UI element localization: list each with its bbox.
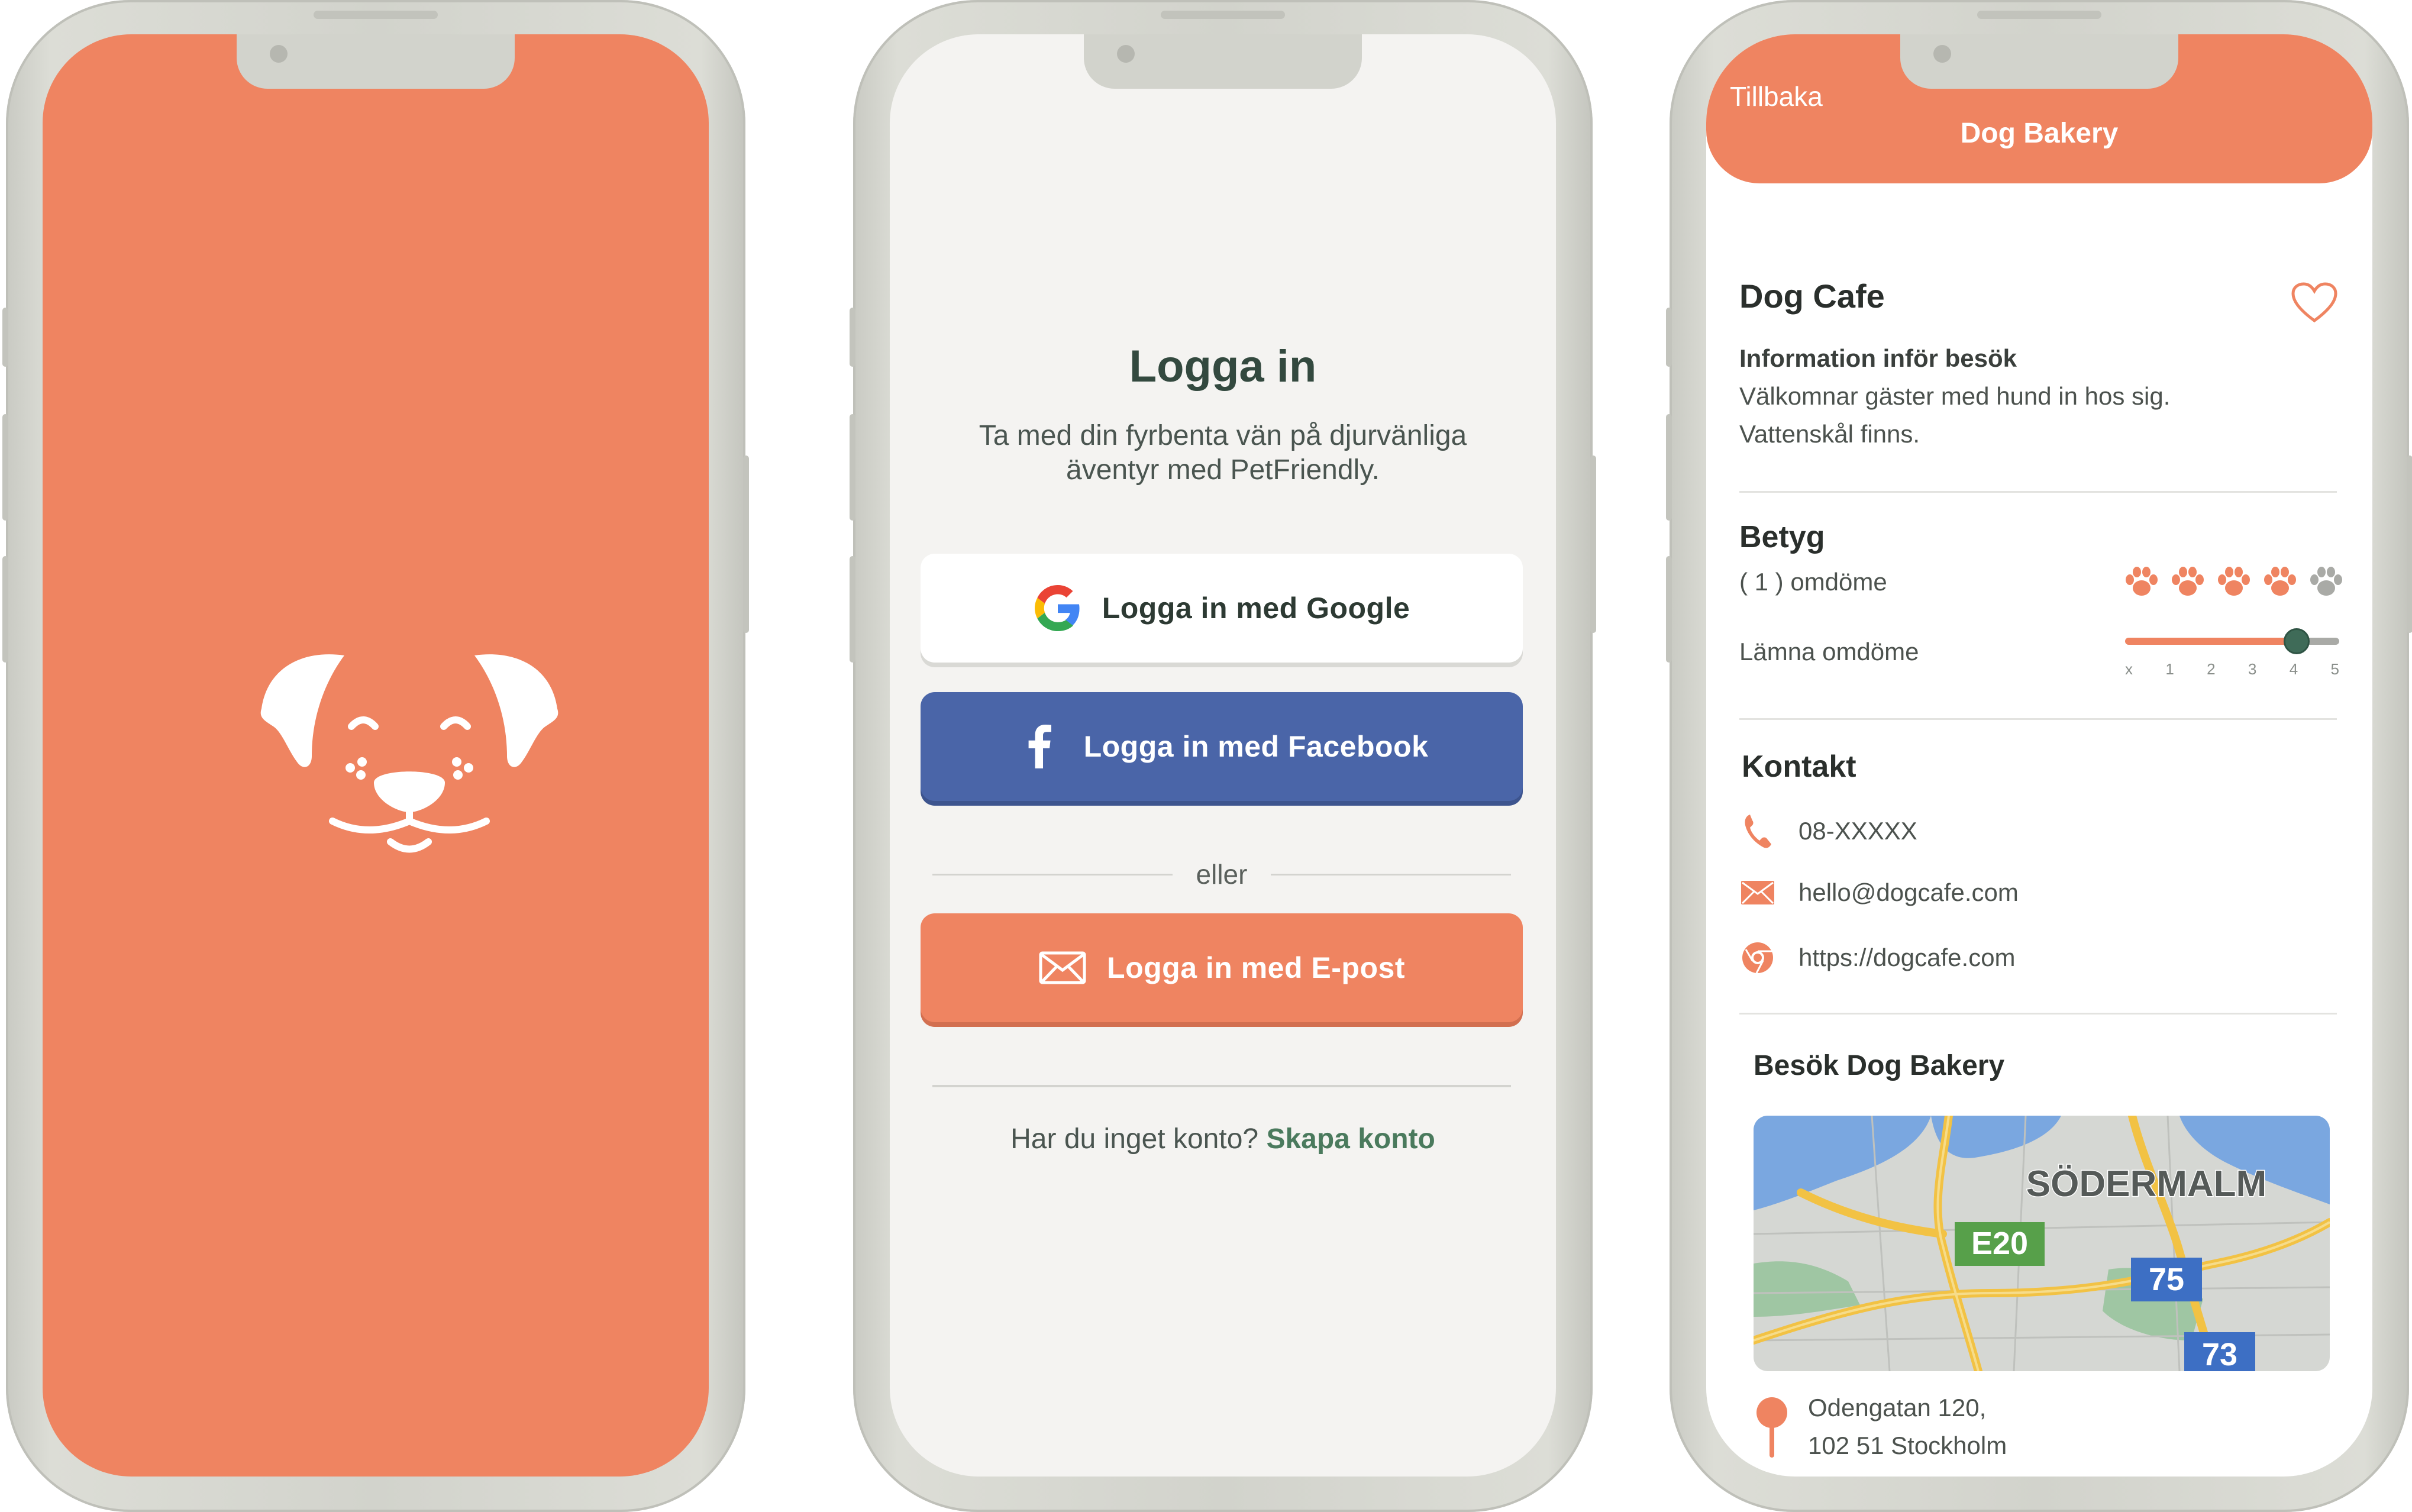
camera-icon [1117, 45, 1135, 63]
google-login-button[interactable]: Logga in med Google [921, 554, 1523, 663]
phone-side-button [2, 308, 8, 367]
leave-review-label: Lämna omdöme [1739, 638, 1919, 665]
location-map[interactable]: E20 75 73 SÖDERMALM [1754, 1116, 2330, 1371]
phone-side-button [1666, 308, 1672, 367]
phone-speaker [1161, 11, 1285, 19]
phone-speaker [314, 11, 438, 19]
phone-login: Logga in Ta med din fyrbenta vän på djur… [850, 0, 1596, 1512]
contact-email-row[interactable]: hello@dogcafe.com [1739, 874, 2019, 911]
divider-line [1271, 873, 1511, 875]
phone-side-button [1666, 556, 1672, 663]
email-login-label: Logga in med E-post [1107, 951, 1405, 984]
phone-side-button [2407, 455, 2412, 633]
or-divider: eller [932, 857, 1511, 892]
section-divider [1739, 1013, 2337, 1015]
camera-icon [1933, 45, 1951, 63]
browser-icon [1739, 939, 1776, 976]
slider-tick-label: 4 [2289, 660, 2298, 678]
paw-rating [2124, 566, 2344, 599]
camera-icon [270, 45, 288, 63]
map-district-label: SÖDERMALM [2026, 1164, 2266, 1204]
phone-splash [2, 0, 749, 1512]
section-divider [1739, 718, 2337, 720]
slider-handle[interactable] [2283, 628, 2310, 654]
heart-favorite-icon[interactable] [2291, 282, 2338, 327]
contact-phone-row[interactable]: 08-XXXXX [1739, 813, 1917, 849]
slider-tick-label: 3 [2248, 660, 2257, 678]
place-name: Dog Cafe [1739, 277, 1885, 315]
phone-side-button [2, 414, 8, 521]
paw-icon [2172, 567, 2204, 596]
slider-tick-label: x [2125, 660, 2133, 678]
visit-heading: Besök Dog Bakery [1754, 1050, 2005, 1081]
paw-icon [2218, 567, 2250, 596]
phone-side-button [2, 556, 8, 663]
page-title: Logga in [1129, 341, 1317, 392]
envelope-icon [1038, 944, 1087, 992]
map-road-73: 73 [2202, 1337, 2237, 1371]
address: Odengatan 120, 102 51 Stockholm [1808, 1389, 2007, 1465]
paw-icon [2264, 567, 2296, 596]
phone-icon [1739, 813, 1776, 849]
map-road-e20: E20 [1971, 1226, 2028, 1261]
mockup-stage: Logga in Ta med din fyrbenta vän på djur… [0, 0, 2412, 1512]
email-login-button[interactable]: Logga in med E-post [921, 913, 1523, 1022]
phone-side-button [850, 308, 855, 367]
section-divider [1739, 491, 2337, 493]
contact-heading: Kontakt [1742, 749, 1856, 784]
google-icon [1034, 584, 1082, 632]
splash-screen [43, 34, 709, 1477]
google-login-label: Logga in med Google [1102, 592, 1410, 625]
contact-website: https://dogcafe.com [1798, 944, 2016, 971]
phone-detail: Tillbaka Dog Bakery Dog Cafe Information… [1666, 0, 2412, 1512]
slider-tick-label: 2 [2207, 660, 2216, 678]
info-line-1: Välkomnar gäster med hund in hos sig. [1739, 382, 2171, 410]
address-line-2: 102 51 Stockholm [1808, 1432, 2007, 1459]
address-line-1: Odengatan 120, [1808, 1394, 1987, 1421]
no-account-text: Har du inget konto? [1010, 1123, 1259, 1155]
back-button[interactable]: Tillbaka [1730, 80, 1823, 112]
login-screen: Logga in Ta med din fyrbenta vän på djur… [890, 34, 1556, 1477]
envelope-icon [1739, 874, 1776, 911]
header-title: Dog Bakery [1960, 118, 2119, 149]
slider-track-filled [2125, 638, 2297, 645]
phone-side-button [850, 556, 855, 663]
phone-speaker [1977, 11, 2101, 19]
info-heading: Information inför besök [1739, 344, 2017, 372]
create-account-link[interactable]: Skapa konto [1266, 1123, 1435, 1155]
paw-icon [2310, 567, 2342, 596]
rating-heading: Betyg [1739, 520, 1825, 554]
facebook-icon [1015, 722, 1064, 771]
phone-notch [237, 34, 515, 89]
detail-screen: Tillbaka Dog Bakery Dog Cafe Information… [1706, 34, 2372, 1477]
facebook-login-label: Logga in med Facebook [1083, 730, 1429, 763]
divider-line [932, 873, 1173, 875]
contact-email: hello@dogcafe.com [1798, 878, 2019, 906]
no-account-row: Har du inget konto? Skapa konto [890, 1123, 1556, 1155]
phone-side-button [850, 414, 855, 521]
facebook-login-button[interactable]: Logga in med Facebook [921, 692, 1523, 801]
reviews-count: ( 1 ) omdöme [1739, 568, 1887, 596]
contact-phone: 08-XXXXX [1798, 817, 1917, 845]
contact-website-row[interactable]: https://dogcafe.com [1739, 939, 2016, 976]
location-pin-icon [1754, 1395, 1790, 1460]
phone-notch [1900, 34, 2178, 89]
slider-tick-label: 1 [2165, 660, 2174, 678]
map-road-75: 75 [2149, 1262, 2184, 1297]
phone-side-button [1590, 455, 1596, 633]
section-divider [932, 1085, 1511, 1087]
info-line-2: Vattenskål finns. [1739, 420, 1920, 448]
login-subtitle: Ta med din fyrbenta vän på djurvänliga ä… [979, 420, 1467, 486]
phone-side-button [743, 455, 749, 633]
review-slider[interactable] [2125, 628, 2339, 654]
phone-side-button [1666, 414, 1672, 521]
paw-icon [2126, 567, 2158, 596]
slider-tick-label: 5 [2330, 660, 2339, 678]
or-divider-text: eller [1196, 859, 1248, 890]
slider-ticks: x 1 2 3 4 5 [2125, 660, 2339, 679]
phone-notch [1084, 34, 1362, 89]
dog-logo-icon [260, 654, 558, 853]
